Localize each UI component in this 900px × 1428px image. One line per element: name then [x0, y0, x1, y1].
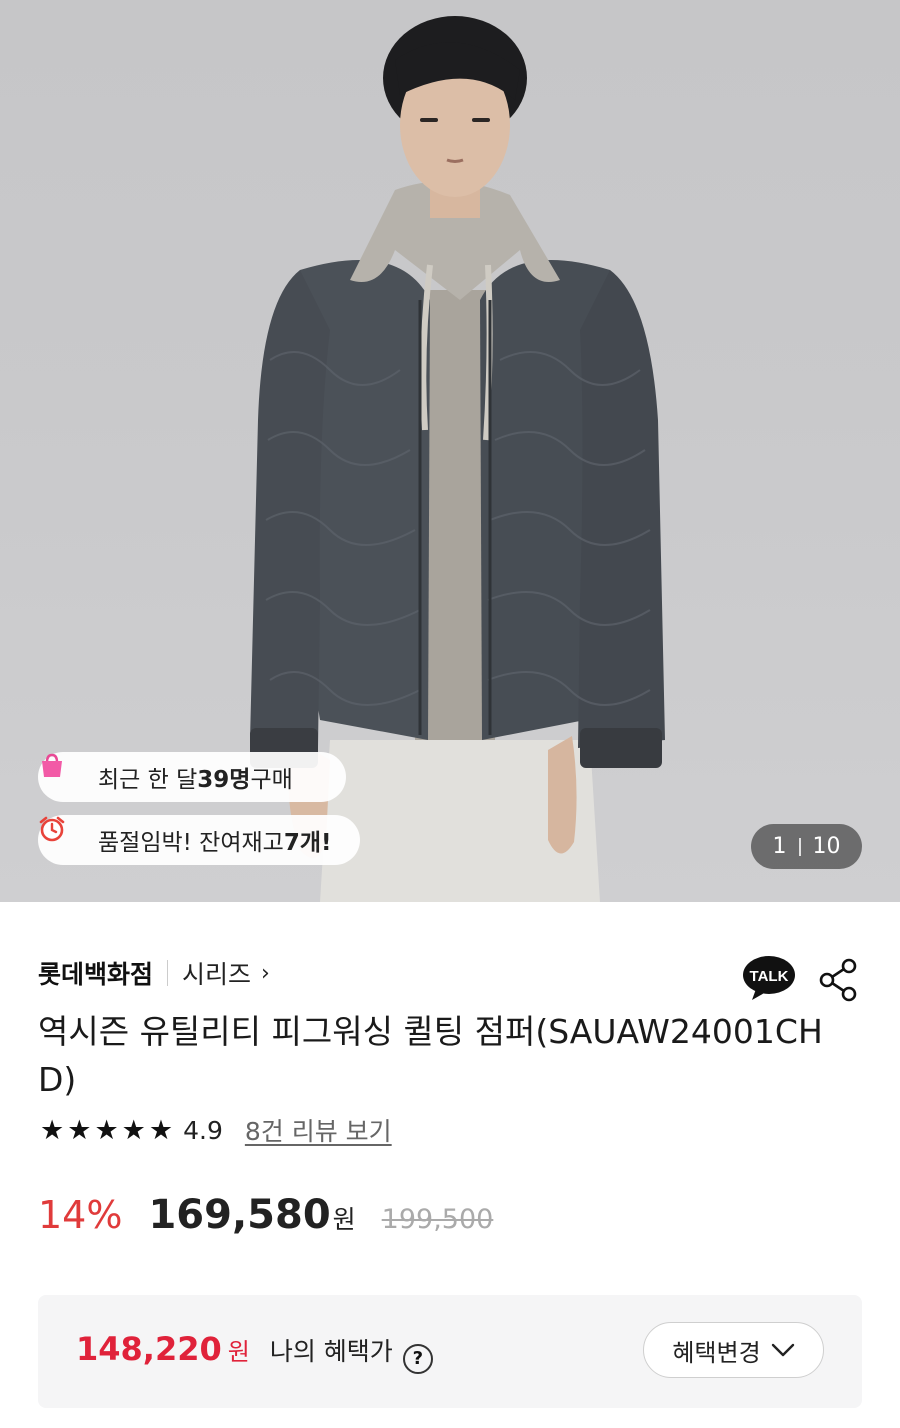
help-icon[interactable]: ?	[402, 1343, 433, 1374]
change-benefit-label: 혜택변경	[672, 1338, 761, 1367]
star-icon: ★	[94, 1114, 119, 1146]
benefit-price-unit: 원	[227, 1338, 250, 1366]
rating-row: ★ ★ ★ ★ ★ 4.9 8건 리뷰 보기	[40, 1110, 392, 1150]
benefit-label: 나의 혜택가	[269, 1337, 393, 1366]
image-index-current: 1	[772, 834, 787, 859]
star-icon: ★	[121, 1114, 146, 1146]
alarm-clock-icon	[39, 816, 88, 855]
share-button[interactable]	[818, 958, 858, 1002]
star-icon: ★	[67, 1114, 92, 1146]
series-label: 시리즈	[182, 960, 252, 989]
purchase-count: 39명	[197, 767, 251, 793]
discount-rate: 14%	[38, 1193, 123, 1237]
brand-link[interactable]: 롯데백화점	[38, 955, 153, 991]
original-price: 199,500	[381, 1204, 494, 1235]
shopping-bag-icon	[42, 753, 88, 792]
star-rating: ★ ★ ★ ★ ★	[40, 1117, 173, 1144]
talk-label: TALK	[750, 968, 789, 985]
star-icon: ★	[40, 1114, 65, 1146]
chevron-down-icon	[771, 1343, 794, 1357]
share-icon	[819, 958, 857, 1002]
star-icon: ★	[148, 1114, 174, 1146]
brand-divider	[167, 960, 169, 986]
recent-purchase-badge: 최근 한 달 39명 구매	[38, 752, 346, 802]
kakao-talk-button[interactable]: TALK	[742, 955, 796, 1001]
brand-row: 롯데백화점 시리즈 ›	[38, 954, 270, 992]
benefit-price: 148,220	[76, 1330, 222, 1368]
chevron-right-icon: ›	[261, 960, 270, 986]
stock-prefix: 품절임박! 잔여재고	[98, 830, 284, 856]
change-benefit-button[interactable]: 혜택변경	[643, 1322, 824, 1378]
rating-score: 4.9	[183, 1115, 223, 1145]
stock-count: 7개!	[283, 830, 332, 856]
product-image-carousel[interactable]: 최근 한 달 39명 구매 품절임박! 잔여재고 7개! 1 10	[0, 0, 900, 902]
purchase-suffix: 구매	[250, 767, 293, 793]
image-index-total: 10	[812, 834, 841, 859]
price-unit: 원	[332, 1205, 356, 1234]
image-counter: 1 10	[751, 824, 862, 869]
price-row: 14% 169,580 원 199,500	[38, 1192, 493, 1252]
benefit-price-row: 148,220 원 나의 혜택가 ?	[76, 1330, 433, 1374]
counter-divider	[798, 837, 801, 856]
low-stock-badge: 품절임박! 잔여재고 7개!	[38, 815, 360, 865]
sale-price: 169,580	[148, 1192, 331, 1238]
product-title: 역시즌 유틸리티 피그워싱 퀼팅 점퍼(SAUAW24001CHD)	[38, 1012, 823, 1099]
talk-bubble-icon: TALK	[743, 956, 795, 1000]
series-link[interactable]: 시리즈 ›	[182, 955, 270, 991]
review-link[interactable]: 8건 리뷰 보기	[245, 1112, 392, 1148]
purchase-prefix: 최근 한 달	[98, 767, 198, 793]
